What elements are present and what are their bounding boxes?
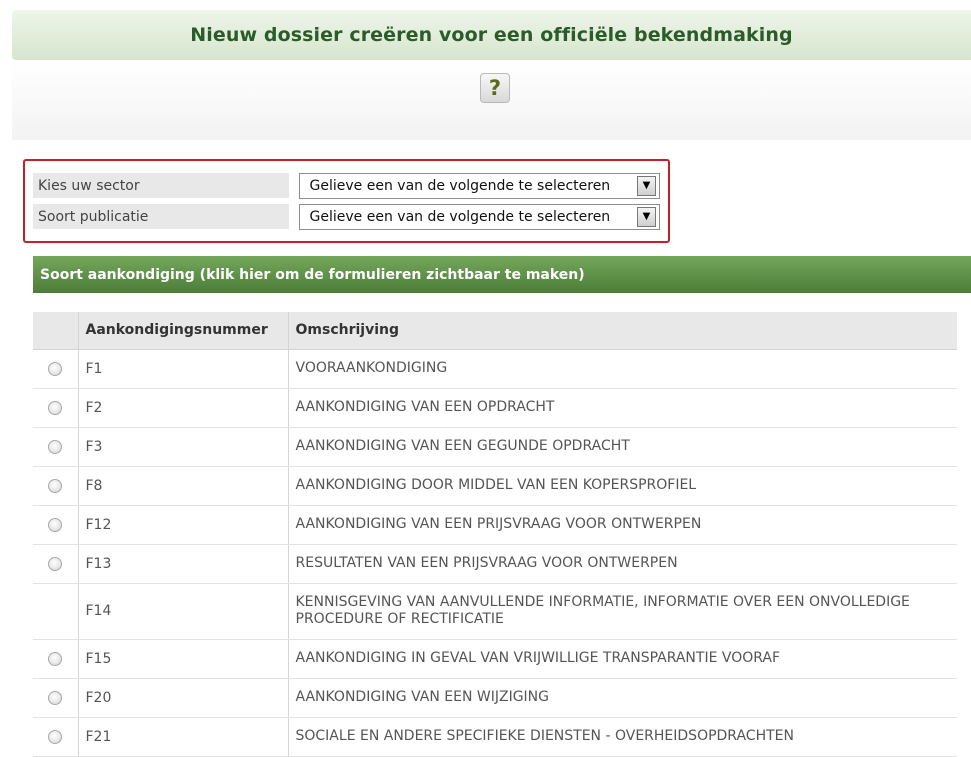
announcement-number: F3: [78, 427, 289, 467]
radio-button-icon[interactable]: [48, 478, 63, 493]
announcement-description: AANKONDIGING IN GEVAL VAN VRIJWILLIGE TR…: [288, 639, 957, 679]
announcement-number: F14: [78, 583, 289, 640]
radio-cell: [33, 544, 79, 584]
announcement-number: F21: [78, 717, 289, 757]
announcement-number: F13: [78, 544, 289, 584]
announcement-description: AANKONDIGING VAN EEN WIJZIGING: [288, 678, 957, 718]
page-title: Nieuw dossier creëren voor een officiële…: [190, 24, 793, 46]
sector-row: Kies uw sector Gelieve een van de volgen…: [33, 170, 660, 201]
radio-cell: [33, 639, 79, 679]
announcement-number: F20: [78, 678, 289, 718]
question-mark-icon: ?: [488, 76, 502, 100]
number-column-header: Aankondigingsnummer: [78, 312, 289, 350]
page-header: Nieuw dossier creëren voor een officiële…: [12, 10, 971, 60]
announcement-description: AANKONDIGING DOOR MIDDEL VAN EEN KOPERSP…: [288, 466, 957, 506]
announcement-description: RESULTATEN VAN EEN PRIJSVRAAG VOOR ONTWE…: [288, 544, 957, 584]
table-row: F1 VOORAANKONDIGING: [33, 349, 957, 389]
table-row: F3 AANKONDIGING VAN EEN GEGUNDE OPDRACHT: [33, 427, 957, 467]
announcement-description: AANKONDIGING VAN EEN OPDRACHT: [288, 388, 957, 428]
radio-cell: [33, 678, 79, 718]
announcement-table: Aankondigingsnummer Omschrijving F1 VOOR…: [33, 312, 957, 757]
help-button[interactable]: ?: [480, 73, 510, 103]
table-header-row: Aankondigingsnummer Omschrijving: [33, 312, 957, 350]
radio-cell: [33, 349, 79, 389]
announcement-description: AANKONDIGING VAN EEN PRIJSVRAAG VOOR ONT…: [288, 505, 957, 545]
radio-cell: [33, 505, 79, 545]
chevron-down-icon[interactable]: ▼: [637, 206, 656, 227]
table-row: F14 KENNISGEVING VAN AANVULLENDE INFORMA…: [33, 583, 957, 640]
announcement-number: F8: [78, 466, 289, 506]
radio-cell: [33, 388, 79, 428]
selector-panel: Kies uw sector Gelieve een van de volgen…: [23, 159, 670, 243]
publication-type-row: Soort publicatie Gelieve een van de volg…: [33, 201, 660, 232]
announcement-type-toggle[interactable]: Soort aankondiging (klik hier om de form…: [33, 256, 971, 293]
radio-button-icon[interactable]: [48, 651, 63, 666]
sector-label: Kies uw sector: [33, 173, 289, 198]
announcement-description: AANKONDIGING VAN EEN GEGUNDE OPDRACHT: [288, 427, 957, 467]
chevron-down-icon[interactable]: ▼: [637, 175, 656, 196]
table-row: F15 AANKONDIGING IN GEVAL VAN VRIJWILLIG…: [33, 639, 957, 679]
table-row: F12 AANKONDIGING VAN EEN PRIJSVRAAG VOOR…: [33, 505, 957, 545]
radio-button-icon[interactable]: [48, 439, 63, 454]
announcement-description: SOCIALE EN ANDERE SPECIFIEKE DIENSTEN - …: [288, 717, 957, 757]
sector-select[interactable]: Gelieve een van de volgende te selectere…: [298, 172, 660, 199]
table-row: F2 AANKONDIGING VAN EEN OPDRACHT: [33, 388, 957, 428]
table-row: F13 RESULTATEN VAN EEN PRIJSVRAAG VOOR O…: [33, 544, 957, 584]
announcement-description: KENNISGEVING VAN AANVULLENDE INFORMATIE,…: [288, 583, 957, 640]
description-column-header: Omschrijving: [288, 312, 957, 350]
radio-cell-empty: [33, 583, 79, 640]
announcement-description: VOORAANKONDIGING: [288, 349, 957, 389]
radio-button-icon[interactable]: [48, 690, 63, 705]
radio-cell: [33, 466, 79, 506]
publication-type-select-value: Gelieve een van de volgende te selectere…: [309, 208, 611, 225]
sector-select-value: Gelieve een van de volgende te selectere…: [309, 177, 611, 194]
announcement-number: F15: [78, 639, 289, 679]
announcement-number: F2: [78, 388, 289, 428]
table-row: F21 SOCIALE EN ANDERE SPECIFIEKE DIENSTE…: [33, 717, 957, 757]
radio-button-icon[interactable]: [48, 361, 63, 376]
radio-button-icon[interactable]: [48, 400, 63, 415]
radio-button-icon[interactable]: [48, 556, 63, 571]
radio-cell: [33, 427, 79, 467]
section-title: Soort aankondiging (klik hier om de form…: [40, 266, 585, 283]
announcement-number: F12: [78, 505, 289, 545]
radio-button-icon[interactable]: [48, 729, 63, 744]
table-row: F8 AANKONDIGING DOOR MIDDEL VAN EEN KOPE…: [33, 466, 957, 506]
radio-cell: [33, 717, 79, 757]
publication-type-label: Soort publicatie: [33, 204, 289, 229]
radio-button-icon[interactable]: [48, 517, 63, 532]
publication-type-select[interactable]: Gelieve een van de volgende te selectere…: [298, 203, 660, 230]
announcement-number: F1: [78, 349, 289, 389]
table-row: F20 AANKONDIGING VAN EEN WIJZIGING: [33, 678, 957, 718]
radio-column-header: [33, 312, 79, 350]
help-area: ?: [12, 60, 971, 140]
